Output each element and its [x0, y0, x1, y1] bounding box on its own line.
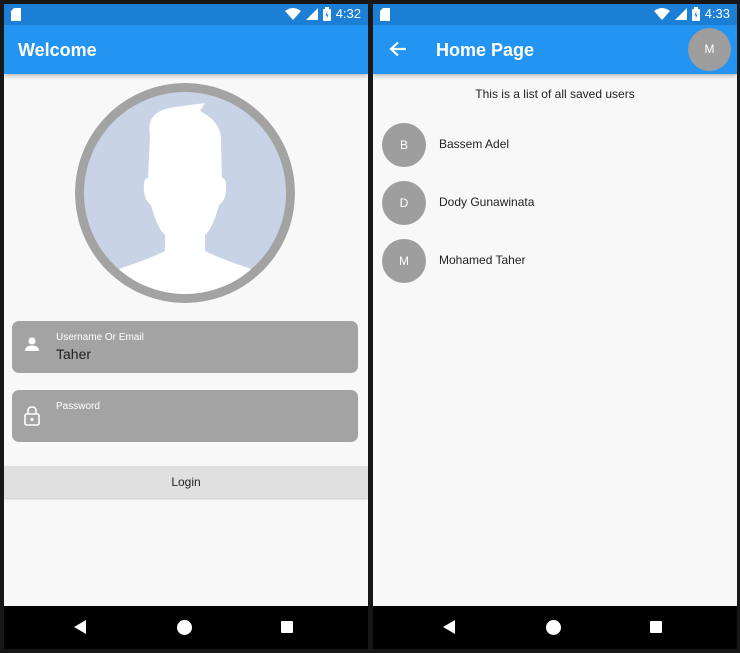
clock: 4:32	[335, 6, 361, 21]
nav-recents-icon[interactable]	[281, 621, 293, 633]
wifi-icon	[653, 7, 670, 20]
user-silhouette-icon	[75, 83, 295, 303]
user-avatar: B	[382, 123, 426, 167]
battery-icon	[322, 6, 331, 21]
profile-avatar[interactable]: M	[688, 28, 731, 71]
login-screen: 4:32 Welcome Username Or Email Taher Pas…	[4, 4, 368, 649]
user-avatar: D	[382, 181, 426, 225]
login-button-label: Login	[171, 475, 201, 489]
home-screen: 4:33 Home Page M This is a list of all s…	[373, 4, 737, 649]
user-name: Dody Gunawinata	[439, 195, 535, 209]
signal-icon	[305, 7, 318, 20]
username-input[interactable]: Taher	[56, 346, 91, 362]
page-title: Home Page	[436, 40, 535, 60]
username-field[interactable]: Username Or Email Taher	[12, 321, 358, 373]
app-bar: Home Page M	[373, 25, 737, 74]
clock: 4:33	[704, 6, 730, 21]
page-title: Welcome	[18, 40, 97, 60]
navigation-bar	[4, 606, 368, 649]
profile-placeholder-avatar	[75, 83, 295, 303]
user-avatar: M	[382, 239, 426, 283]
wifi-icon	[284, 7, 301, 20]
nav-home-icon[interactable]	[177, 620, 192, 635]
list-item[interactable]: B Bassem Adel	[382, 123, 722, 167]
list-description: This is a list of all saved users	[475, 87, 635, 101]
nav-back-icon[interactable]	[74, 620, 86, 634]
user-name: Bassem Adel	[439, 137, 510, 151]
status-bar: 4:33	[373, 4, 737, 25]
app-bar: Welcome	[4, 25, 368, 74]
signal-icon	[674, 7, 687, 20]
password-field[interactable]: Password	[12, 390, 358, 442]
status-bar: 4:32	[4, 4, 368, 25]
user-name: Mohamed Taher	[439, 253, 526, 267]
sd-card-icon	[11, 8, 21, 21]
person-icon	[25, 337, 39, 351]
back-arrow-icon[interactable]	[389, 41, 407, 57]
password-label: Password	[56, 401, 100, 412]
lock-icon	[24, 406, 40, 426]
list-item[interactable]: M Mohamed Taher	[382, 239, 722, 283]
nav-home-icon[interactable]	[546, 620, 561, 635]
sd-card-icon	[380, 8, 390, 21]
battery-icon	[691, 6, 700, 21]
navigation-bar	[373, 606, 737, 649]
nav-back-icon[interactable]	[443, 620, 455, 634]
nav-recents-icon[interactable]	[650, 621, 662, 633]
username-label: Username Or Email	[56, 332, 144, 343]
login-button[interactable]: Login	[4, 466, 368, 498]
list-item[interactable]: D Dody Gunawinata	[382, 181, 722, 225]
